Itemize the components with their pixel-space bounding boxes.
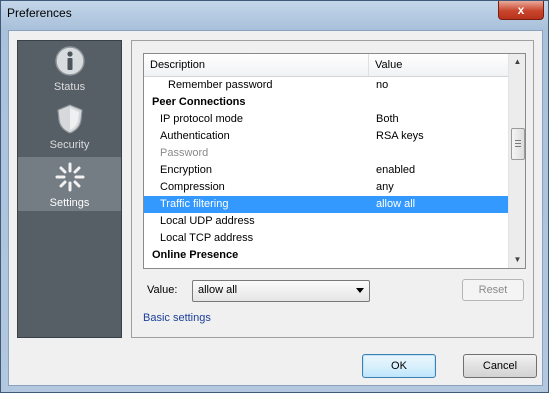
settings-panel: Description Value Remember password no Pee… xyxy=(131,40,534,338)
row-value: any xyxy=(376,181,394,193)
list-rows: Remember password no Peer Connections IP pr… xyxy=(144,77,508,264)
row-description: IP protocol mode xyxy=(160,113,243,125)
scroll-down-arrow-icon[interactable]: ▼ xyxy=(509,252,525,268)
title-bar[interactable]: Preferences x xyxy=(1,1,548,27)
row-value: allow all xyxy=(376,198,416,210)
row-description: Password xyxy=(160,147,209,159)
column-header-value[interactable]: Value xyxy=(369,54,507,76)
row-description: Local TCP address xyxy=(160,232,254,244)
sidebar-item-security[interactable]: Security xyxy=(18,99,121,153)
value-dropdown[interactable]: allow all xyxy=(192,280,370,302)
chevron-down-icon xyxy=(356,288,364,293)
dialog-client: Status Security Settings Description Val… xyxy=(8,30,543,386)
basic-settings-link[interactable]: Basic settings xyxy=(143,312,211,324)
value-dropdown-selected: allow all xyxy=(198,284,238,296)
row-description: Encryption xyxy=(160,164,212,176)
preferences-window: Preferences x Status Security Settings D… xyxy=(0,0,549,393)
close-icon: x xyxy=(517,3,525,17)
table-row[interactable]: Authentication RSA keys xyxy=(144,128,508,145)
close-button[interactable]: x xyxy=(498,1,544,20)
reset-button[interactable]: Reset xyxy=(462,279,524,301)
row-description: Peer Connections xyxy=(152,96,246,108)
sidebar-item-label: Security xyxy=(49,139,90,151)
vertical-scrollbar[interactable]: ▲ ▼ xyxy=(508,54,525,268)
row-description: Remember password xyxy=(168,79,273,91)
row-description: Online Presence xyxy=(152,249,239,261)
table-row[interactable]: Local UDP address xyxy=(144,213,508,230)
sidebar-item-settings[interactable]: Settings xyxy=(18,157,121,211)
settings-icon xyxy=(55,162,85,192)
table-row[interactable]: Encryption enabled xyxy=(144,162,508,179)
column-header-description[interactable]: Description xyxy=(144,54,369,76)
row-description: Traffic filtering xyxy=(160,198,229,210)
ok-button[interactable]: OK xyxy=(362,354,436,378)
info-icon xyxy=(55,46,85,76)
table-row[interactable]: Compression any xyxy=(144,179,508,196)
row-description: Compression xyxy=(160,181,225,193)
scroll-up-arrow-icon[interactable]: ▲ xyxy=(509,54,525,70)
table-row[interactable]: IP protocol mode Both xyxy=(144,111,508,128)
cancel-button[interactable]: Cancel xyxy=(463,354,537,378)
table-row[interactable]: Remember password no xyxy=(144,77,508,94)
row-value: enabled xyxy=(376,164,416,176)
table-row[interactable]: Password xyxy=(144,145,508,162)
row-value: RSA keys xyxy=(376,130,424,142)
value-label: Value: xyxy=(147,284,178,296)
category-sidebar: Status Security Settings xyxy=(17,40,122,338)
shield-icon xyxy=(57,104,83,134)
row-description: Local UDP address xyxy=(160,215,255,227)
list-header: Description Value xyxy=(144,54,508,77)
row-value: Both xyxy=(376,113,399,125)
sidebar-item-status[interactable]: Status xyxy=(18,41,121,95)
list-section-header[interactable]: Online Presence xyxy=(144,247,508,264)
window-title: Preferences xyxy=(7,6,72,20)
sidebar-item-label: Status xyxy=(53,81,86,93)
settings-list[interactable]: Description Value Remember password no Pee… xyxy=(143,53,526,269)
scroll-thumb[interactable] xyxy=(511,128,525,160)
table-row[interactable]: Traffic filtering allow all xyxy=(144,196,508,213)
list-section-header[interactable]: Peer Connections xyxy=(144,94,508,111)
row-description: Authentication xyxy=(160,130,230,142)
row-value: no xyxy=(376,79,389,91)
sidebar-item-label: Settings xyxy=(49,197,90,209)
table-row[interactable]: Local TCP address xyxy=(144,230,508,247)
